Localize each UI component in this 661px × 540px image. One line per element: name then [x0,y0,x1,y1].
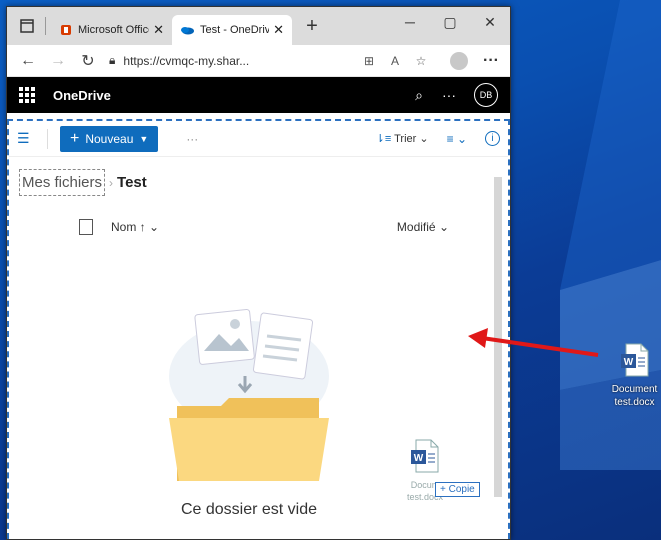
red-arrow-annotation [468,328,599,357]
